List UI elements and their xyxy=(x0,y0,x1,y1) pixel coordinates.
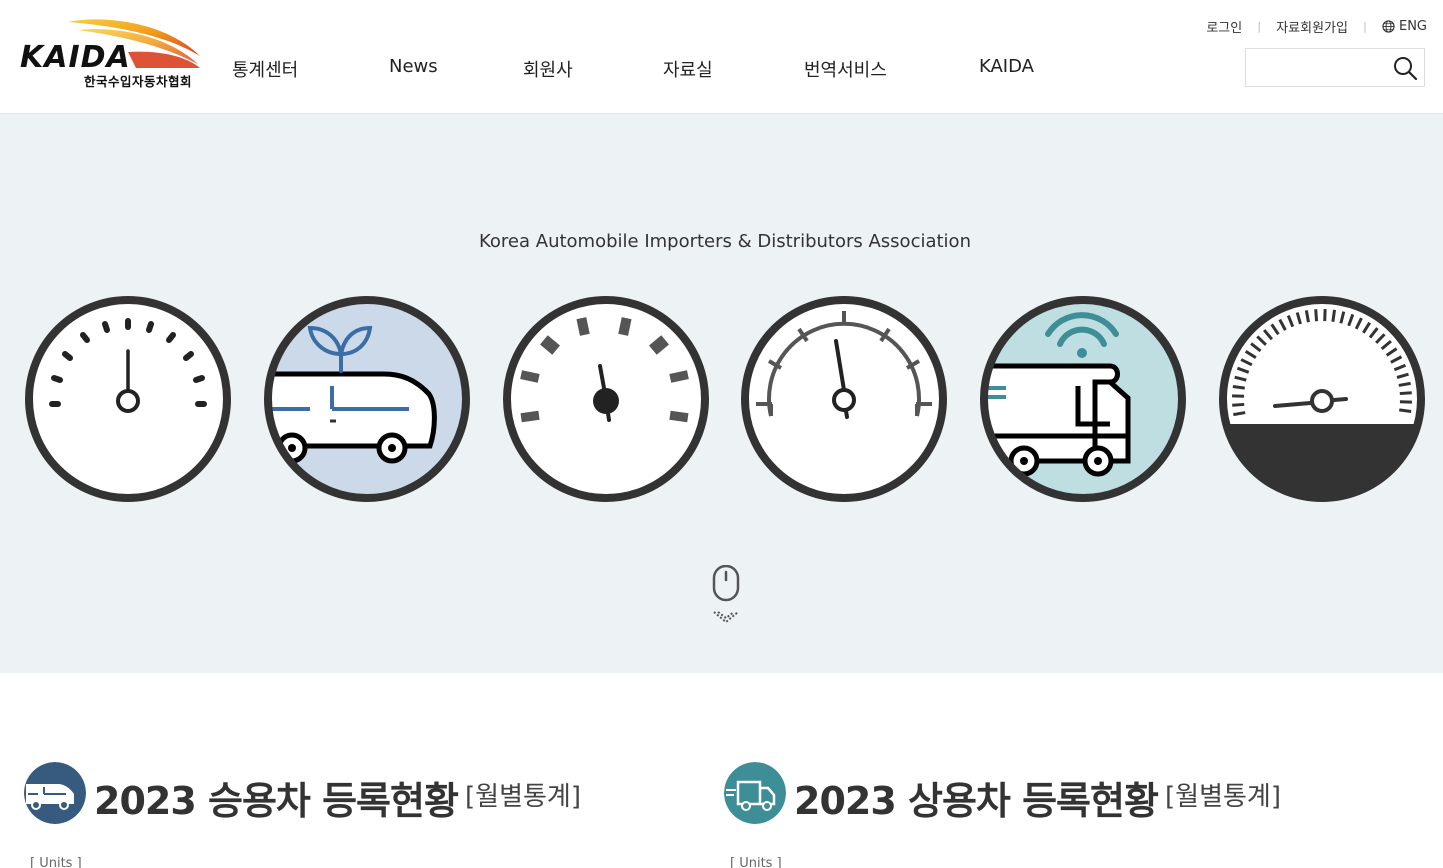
gauge-tick xyxy=(1399,391,1412,396)
speedometer-icon[interactable] xyxy=(25,296,231,502)
util-divider: | xyxy=(1363,20,1367,33)
nav-item-translation[interactable]: 번역서비스 xyxy=(804,56,887,82)
passenger-stats-heading: 2023 승용차 등록현황 xyxy=(94,779,459,823)
gauge-tick xyxy=(1399,408,1412,414)
gauge-tick xyxy=(1232,384,1245,390)
gauge-tick xyxy=(1314,309,1319,322)
commercial-truck-icon xyxy=(724,762,786,824)
search-box xyxy=(1245,48,1425,87)
commercial-stats-heading: 2023 상용차 등록현황 xyxy=(794,779,1159,823)
kaida-logo[interactable]: KAIDA 한국수입자동차협회 xyxy=(18,16,203,92)
hero-banner: Korea Automobile Importers & Distributor… xyxy=(0,114,1443,673)
gauge-dial-icon[interactable] xyxy=(503,296,709,502)
logo-text: KAIDA xyxy=(20,40,131,75)
nav-item-members[interactable]: 회원사 xyxy=(523,56,573,82)
search-input[interactable] xyxy=(1246,49,1391,86)
tachometer-icon[interactable] xyxy=(741,296,947,502)
util-divider: | xyxy=(1257,20,1262,33)
gauge-tick xyxy=(1398,381,1411,387)
gauge-tick xyxy=(1331,309,1337,322)
nav-item-kaida[interactable]: KAIDA xyxy=(979,56,1034,77)
fuel-gauge-icon[interactable] xyxy=(1219,296,1425,502)
commercial-units-label: [ Units ] xyxy=(730,856,782,868)
gauge-tick xyxy=(1233,411,1246,417)
gauge-tick xyxy=(1304,310,1310,323)
gauge-tick xyxy=(1232,402,1245,407)
passenger-units-label: [ Units ] xyxy=(30,856,82,868)
passenger-stats-subtitle: [월별통계] xyxy=(465,782,581,812)
hero-tagline: Korea Automobile Importers & Distributor… xyxy=(479,231,971,252)
site-header: KAIDA 한국수입자동차협회 통계센터 News 회원사 자료실 번역서비스 … xyxy=(0,0,1443,114)
utility-links: 로그인 | 자료회원가입 | ENG xyxy=(1206,17,1427,36)
login-link[interactable]: 로그인 xyxy=(1206,17,1242,36)
search-icon[interactable] xyxy=(1392,55,1418,81)
signup-link[interactable]: 자료회원가입 xyxy=(1276,17,1348,36)
logo-subtitle: 한국수입자동차협회 xyxy=(84,74,193,89)
language-link[interactable]: ENG xyxy=(1382,19,1427,34)
connected-truck-icon[interactable] xyxy=(980,296,1186,502)
scroll-down-icon[interactable] xyxy=(711,565,741,631)
passenger-car-icon xyxy=(24,762,86,824)
language-label: ENG xyxy=(1398,19,1427,34)
nav-item-news[interactable]: News xyxy=(389,56,438,77)
globe-icon xyxy=(1382,20,1395,33)
eco-car-icon[interactable] xyxy=(264,296,470,502)
nav-item-statistics[interactable]: 통계센터 xyxy=(232,56,298,82)
commercial-stats-subtitle: [월별통계] xyxy=(1165,782,1281,812)
nav-item-archive[interactable]: 자료실 xyxy=(663,56,713,82)
